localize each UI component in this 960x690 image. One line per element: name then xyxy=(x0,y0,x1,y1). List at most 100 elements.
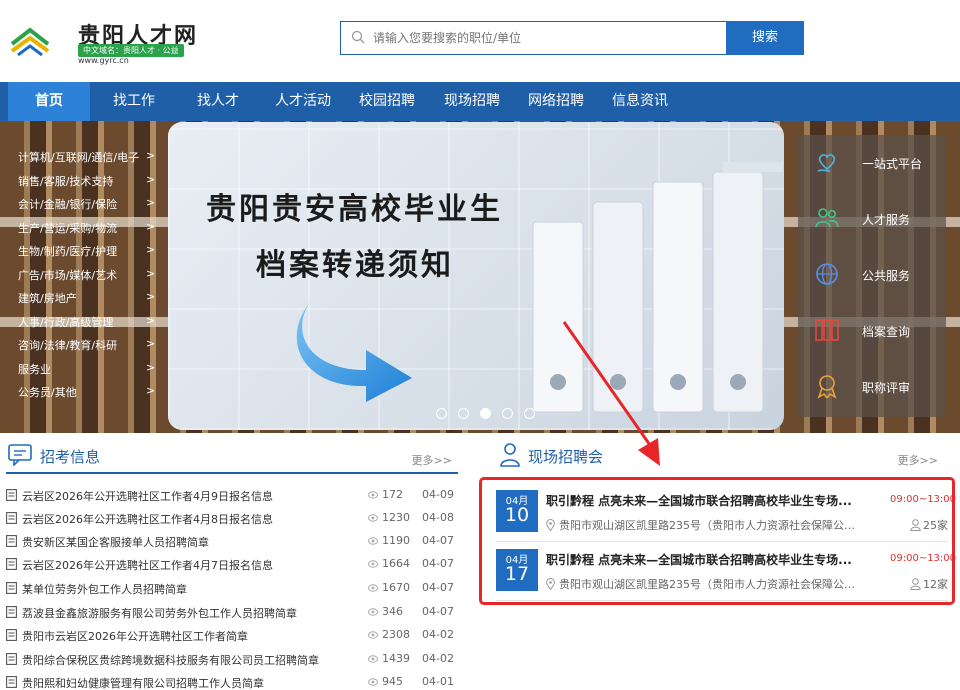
eye-icon xyxy=(368,631,378,639)
annotation-arrow-icon xyxy=(562,321,660,466)
eye-icon xyxy=(368,655,378,663)
document-icon xyxy=(6,676,17,688)
category-arrow: > xyxy=(146,384,156,397)
list-item-date: 04-01 xyxy=(422,675,454,688)
category-arrow: > xyxy=(146,314,156,327)
list-item[interactable]: 贵阳综合保税区贵综跨境数据科技服务有限公司员工招聘简章 1439 04-02 xyxy=(6,648,458,671)
category-arrow: > xyxy=(146,290,156,303)
search-icon xyxy=(351,30,365,44)
nav-campus-recruit[interactable]: 校园招聘 xyxy=(348,82,426,121)
heart-hand-icon xyxy=(817,154,836,172)
list-item[interactable]: 贵阳熙和妇幼健康管理有限公司招聘工作人员简章 945 04-01 xyxy=(6,671,458,690)
eye-icon xyxy=(368,678,378,686)
category-item[interactable]: 建筑/房地产 xyxy=(18,290,77,310)
exam-info-more-link[interactable]: 更多>> xyxy=(412,452,452,468)
list-item-title: 贵阳综合保税区贵综跨境数据科技服务有限公司员工招聘简章 xyxy=(22,654,319,667)
list-item-views: 1230 xyxy=(382,511,410,524)
eye-icon xyxy=(368,584,378,592)
service-panel: 一站式平台 人才服务 公共服务 档案查询 职称评审 xyxy=(798,135,946,417)
category-item[interactable]: 计算机/互联网/通信/电子 xyxy=(18,149,139,169)
list-item-title: 云岩区2026年公开选聘社区工作者4月7日报名信息 xyxy=(22,559,273,572)
nav-online-recruit[interactable]: 网络招聘 xyxy=(516,82,596,121)
list-item-views: 1664 xyxy=(382,557,410,570)
nav-onsite-recruit[interactable]: 现场招聘 xyxy=(432,82,512,121)
exam-info-section: 招考信息 更多>> 云岩区2026年公开选聘社区工作者4月9日报名信息 172 … xyxy=(6,440,458,690)
files-icon xyxy=(815,319,839,341)
category-item[interactable]: 公务员/其他 xyxy=(18,384,77,404)
job-fair-more-link[interactable]: 更多>> xyxy=(898,452,938,468)
list-item[interactable]: 云岩区2026年公开选聘社区工作者4月9日报名信息 172 04-09 xyxy=(6,484,458,507)
document-icon xyxy=(6,535,17,547)
user-location-icon xyxy=(500,443,520,467)
category-arrow: > xyxy=(146,196,156,209)
slide-dot[interactable] xyxy=(502,408,513,419)
nav-find-talent[interactable]: 找人才 xyxy=(180,82,256,121)
service-title-review[interactable]: 职称评审 xyxy=(798,359,946,415)
list-item-views: 172 xyxy=(382,488,403,501)
slide-dot[interactable] xyxy=(436,408,447,419)
list-item-title: 云岩区2026年公开选聘社区工作者4月8日报名信息 xyxy=(22,513,273,526)
list-item[interactable]: 云岩区2026年公开选聘社区工作者4月8日报名信息 1230 04-08 xyxy=(6,507,458,530)
eye-icon xyxy=(368,608,378,616)
list-item-date: 04-07 xyxy=(422,581,454,594)
service-label: 人才服务 xyxy=(862,213,911,227)
category-arrow: > xyxy=(146,361,156,374)
service-label: 一站式平台 xyxy=(862,157,923,171)
slide-dot-active[interactable] xyxy=(480,408,491,419)
category-item[interactable]: 生物/制药/医疗/护理 xyxy=(18,243,117,263)
site-logo[interactable]: 贵阳人才网 中文域名：贵阳人才 · 公益 www.gyrc.cn xyxy=(8,18,218,68)
list-item-title: 某单位劳务外包工作人员招聘简章 xyxy=(22,583,187,596)
nav-find-job[interactable]: 找工作 xyxy=(96,82,172,121)
nav-talent-activities[interactable]: 人才活动 xyxy=(262,82,344,121)
category-item[interactable]: 广告/市场/媒体/艺术 xyxy=(18,267,117,287)
category-item[interactable]: 咨询/法律/教育/科研 xyxy=(18,337,117,357)
search-button[interactable]: 搜索 xyxy=(726,21,804,55)
service-one-stop[interactable]: 一站式平台 xyxy=(798,135,946,191)
list-item-views: 1670 xyxy=(382,581,410,594)
service-label: 档案查询 xyxy=(862,325,911,339)
slide-dot[interactable] xyxy=(458,408,469,419)
annotation-highlight-box xyxy=(479,477,955,605)
list-item[interactable]: 云岩区2026年公开选聘社区工作者4月7日报名信息 1664 04-07 xyxy=(6,553,458,576)
list-item-views: 1190 xyxy=(382,534,410,547)
list-item[interactable]: 贵阳市云岩区2026年公开选聘社区工作者简章 2308 04-02 xyxy=(6,624,458,647)
list-item[interactable]: 贵安新区某国企客服接单人员招聘简章 1190 04-07 xyxy=(6,530,458,553)
search-input[interactable] xyxy=(373,22,723,54)
logo-mark-icon xyxy=(10,27,50,56)
people-icon xyxy=(815,208,839,228)
category-arrow: > xyxy=(146,243,156,256)
nav-news[interactable]: 信息资讯 xyxy=(600,82,680,121)
nav-home[interactable]: 首页 xyxy=(8,82,90,121)
service-archives[interactable]: 档案查询 xyxy=(798,303,946,359)
curved-arrow-icon xyxy=(296,302,412,402)
document-icon xyxy=(6,629,17,641)
exam-info-title: 招考信息 xyxy=(40,448,101,466)
list-item[interactable]: 某单位劳务外包工作人员招聘简章 1670 04-07 xyxy=(6,577,458,600)
banner-slide[interactable]: 贵阳贵安高校毕业生 档案转递须知 xyxy=(168,122,784,430)
eye-icon xyxy=(368,537,378,545)
category-item[interactable]: 人事/行政/高级管理 xyxy=(18,314,113,334)
list-item[interactable]: 荔波县金鑫旅游服务有限公司劳务外包工作人员招聘简章 346 04-07 xyxy=(6,601,458,624)
category-item[interactable]: 会计/金融/银行/保险 xyxy=(18,196,117,216)
list-item-date: 04-07 xyxy=(422,557,454,570)
document-icon xyxy=(6,606,17,618)
banner-area: 计算机/互联网/通信/电子 > 销售/客服/技术支持 > 会计/金融/银行/保险… xyxy=(0,121,960,433)
exam-info-header: 招考信息 更多>> xyxy=(6,440,458,474)
category-item[interactable]: 生产/营运/采购/物流 xyxy=(18,220,117,240)
slide-title-line2: 档案转递须知 xyxy=(256,248,454,283)
category-arrow: > xyxy=(146,267,156,280)
slide-dot[interactable] xyxy=(524,408,535,419)
service-label: 职称评审 xyxy=(862,381,911,395)
eye-icon xyxy=(368,491,378,499)
service-talent[interactable]: 人才服务 xyxy=(798,191,946,247)
category-arrow: > xyxy=(146,173,156,186)
eye-icon xyxy=(368,514,378,522)
search-box xyxy=(340,21,726,55)
service-label: 公共服务 xyxy=(862,269,911,283)
list-item-title: 荔波县金鑫旅游服务有限公司劳务外包工作人员招聘简章 xyxy=(22,607,297,620)
category-item[interactable]: 服务业 xyxy=(18,361,51,381)
service-public[interactable]: 公共服务 xyxy=(798,247,946,303)
category-item[interactable]: 销售/客服/技术支持 xyxy=(18,173,113,193)
list-item-views: 2308 xyxy=(382,628,410,641)
message-icon xyxy=(8,444,32,466)
